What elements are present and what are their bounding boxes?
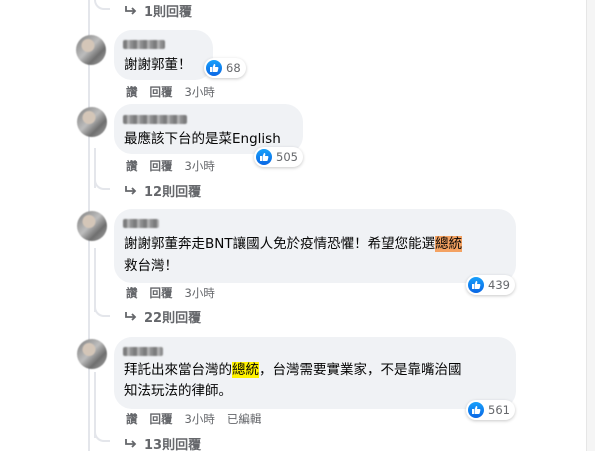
view-replies-link[interactable]: 22則回覆: [124, 307, 201, 326]
reply-arrow-icon: [125, 311, 137, 321]
comment-actions: 讚 回覆 3小時 已編輯: [126, 411, 261, 427]
comment-actions: 讚 回覆 3小時: [126, 158, 215, 174]
comment-text-part: 謝謝郭董奔走BNT讓國人免於疫情恐懼！希望您能選: [124, 236, 436, 252]
avatar[interactable]: [77, 107, 107, 137]
reaction-badge[interactable]: 561: [466, 400, 515, 420]
reply-action[interactable]: 回覆: [150, 158, 173, 174]
highlighted-keyword: 總統: [232, 362, 259, 378]
reply-action[interactable]: 回覆: [150, 411, 173, 427]
timestamp[interactable]: 3小時: [185, 411, 215, 427]
comment-actions: 讚 回覆 3小時: [126, 285, 215, 301]
avatar[interactable]: [77, 211, 107, 241]
like-action[interactable]: 讚: [126, 84, 138, 100]
thumbs-up-icon: [206, 60, 222, 76]
thumbs-up-icon: [468, 277, 484, 293]
comment-text: 知法玩法的律師。: [124, 383, 232, 399]
replies-count: 13則回覆: [144, 438, 202, 453]
like-count: 505: [276, 150, 298, 164]
thread-elbow: [94, 174, 110, 190]
replies-count: 1則回覆: [144, 5, 193, 20]
thread-elbow: [94, 301, 110, 317]
like-count: 439: [488, 278, 510, 292]
like-action[interactable]: 讚: [126, 158, 138, 174]
thumbs-up-icon: [468, 402, 484, 418]
view-replies-link[interactable]: 13則回覆: [124, 434, 201, 453]
reaction-badge[interactable]: 505: [254, 147, 303, 167]
reply-action[interactable]: 回覆: [150, 84, 173, 100]
commenter-name[interactable]: [123, 115, 187, 124]
commenter-name[interactable]: [123, 40, 165, 49]
avatar[interactable]: [77, 339, 107, 369]
scrollbar[interactable]: [586, 0, 595, 451]
comment-text: 謝謝郭董！: [124, 57, 192, 73]
reaction-badge[interactable]: 68: [204, 58, 246, 78]
comment-text: 謝謝郭董奔走BNT讓國人免於疫情恐懼！希望您能選總統: [124, 234, 463, 255]
reply-arrow-icon: [125, 438, 137, 448]
view-replies-link[interactable]: 12則回覆: [124, 181, 201, 200]
like-action[interactable]: 讚: [126, 411, 138, 427]
timestamp[interactable]: 3小時: [185, 285, 215, 301]
commenter-name[interactable]: [123, 219, 159, 228]
replies-count: 22則回覆: [144, 311, 202, 326]
highlighted-keyword: 總統: [435, 236, 463, 252]
comment-text: 最應該下台的是菜English: [124, 131, 281, 147]
like-action[interactable]: 讚: [126, 285, 138, 301]
timestamp[interactable]: 3小時: [185, 158, 215, 174]
reply-arrow-icon: [125, 5, 137, 15]
timestamp[interactable]: 3小時: [185, 84, 215, 100]
reply-action[interactable]: 回覆: [150, 285, 173, 301]
comment-text-part: ，台灣需要實業家，不是靠嘴治國: [259, 362, 462, 378]
edited-label: 已編輯: [226, 412, 262, 426]
reaction-badge[interactable]: 439: [466, 275, 515, 295]
view-replies-link[interactable]: 1則回覆: [124, 1, 192, 20]
comment-text-part: 拜託出來當台灣的: [124, 362, 232, 378]
commenter-name[interactable]: [123, 347, 163, 356]
thread-elbow: [94, 0, 110, 10]
thread-elbow: [94, 426, 110, 442]
thumbs-up-icon: [256, 149, 272, 165]
comment-text: 救台灣！: [124, 258, 178, 274]
like-count: 561: [488, 403, 510, 417]
replies-count: 12則回覆: [144, 185, 202, 200]
comment-text: 拜託出來當台灣的總統，台灣需要實業家，不是靠嘴治國: [124, 360, 462, 381]
comment-actions: 讚 回覆 3小時: [126, 84, 215, 100]
avatar[interactable]: [76, 35, 106, 65]
like-count: 68: [226, 61, 241, 75]
reply-arrow-icon: [125, 185, 137, 195]
